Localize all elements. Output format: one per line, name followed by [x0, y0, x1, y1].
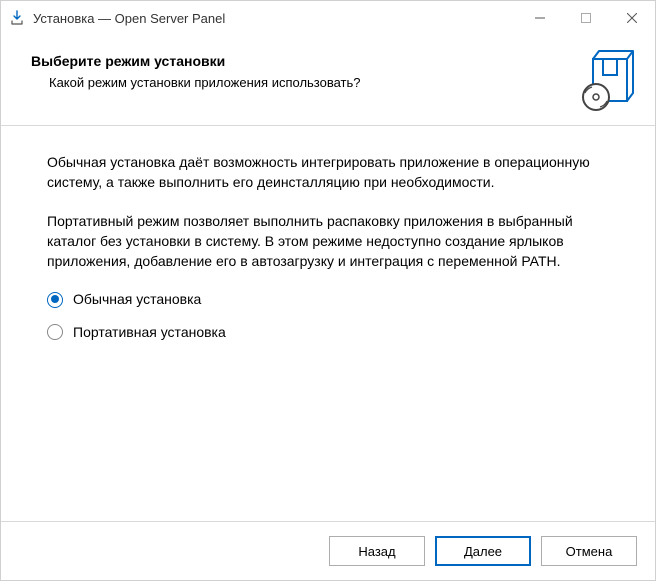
radio-regular-install[interactable]: Обычная установка	[47, 289, 609, 309]
close-button[interactable]	[609, 1, 655, 35]
wizard-header-text: Выберите режим установки Какой режим уст…	[31, 49, 569, 90]
minimize-button[interactable]	[517, 1, 563, 35]
maximize-button[interactable]	[563, 1, 609, 35]
window-controls	[517, 1, 655, 35]
wizard-header: Выберите режим установки Какой режим уст…	[1, 35, 655, 126]
description-paragraph-1: Обычная установка даёт возможность интег…	[47, 152, 609, 193]
window-title: Установка — Open Server Panel	[33, 11, 517, 26]
box-disc-icon	[579, 49, 637, 111]
radio-button-icon	[47, 324, 63, 340]
wizard-footer: Назад Далее Отмена	[1, 521, 655, 580]
description-paragraph-2: Портативный режим позволяет выполнить ра…	[47, 211, 609, 272]
radio-label: Обычная установка	[73, 289, 201, 309]
next-button[interactable]: Далее	[435, 536, 531, 566]
page-heading: Выберите режим установки	[31, 53, 569, 69]
installer-download-icon	[9, 10, 25, 26]
page-subtitle: Какой режим установки приложения использ…	[49, 75, 569, 90]
radio-button-icon	[47, 292, 63, 308]
install-mode-group: Обычная установка Портативная установка	[47, 289, 609, 342]
wizard-body: Обычная установка даёт возможность интег…	[1, 126, 655, 521]
cancel-button[interactable]: Отмена	[541, 536, 637, 566]
titlebar: Установка — Open Server Panel	[1, 1, 655, 35]
radio-label: Портативная установка	[73, 322, 226, 342]
back-button[interactable]: Назад	[329, 536, 425, 566]
radio-portable-install[interactable]: Портативная установка	[47, 322, 609, 342]
